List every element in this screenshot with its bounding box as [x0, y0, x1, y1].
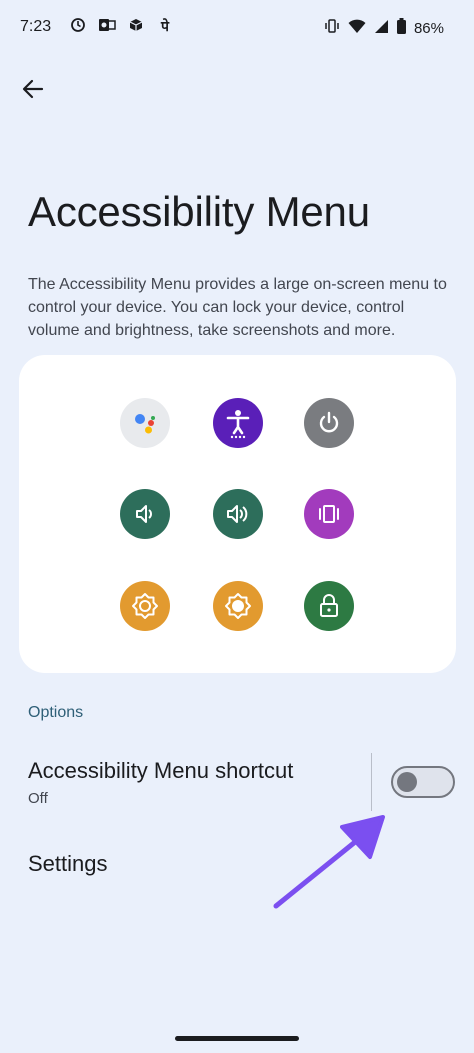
pe-icon: पे	[161, 18, 169, 34]
signal-icon	[374, 19, 389, 38]
wifi-icon	[348, 19, 366, 38]
arrow-left-icon	[22, 79, 44, 99]
status-bar: 7:23 पे 86%	[0, 0, 474, 58]
accessibility-settings-icon	[213, 398, 263, 448]
power-icon	[304, 398, 354, 448]
menu-preview-card	[19, 355, 456, 673]
notification-icons: पे	[68, 17, 175, 37]
page-title: Accessibility Menu	[28, 188, 370, 235]
outlook-icon	[97, 17, 117, 37]
lock-screen-icon	[304, 581, 354, 631]
page-description: The Accessibility Menu provides a large …	[28, 276, 447, 339]
sync-icon	[68, 17, 88, 37]
options-section-label: Options	[28, 704, 84, 721]
preference-divider	[371, 753, 372, 811]
brightness-down-icon	[120, 581, 170, 631]
volume-up-icon	[213, 489, 263, 539]
back-button[interactable]	[18, 74, 48, 104]
vibrate-icon	[324, 18, 340, 38]
volume-down-icon	[120, 489, 170, 539]
status-time: 7:23	[20, 18, 52, 35]
shortcut-summary: Off	[28, 790, 48, 807]
system-status: 86%	[324, 18, 444, 38]
recent-apps-icon	[304, 489, 354, 539]
toggle-knob	[397, 772, 417, 792]
shortcut-toggle[interactable]	[391, 766, 455, 798]
settings-item[interactable]: Settings	[28, 851, 108, 877]
brightness-up-icon	[213, 581, 263, 631]
box-icon	[126, 17, 146, 37]
assistant-icon	[120, 398, 170, 448]
shortcut-title: Accessibility Menu shortcut	[28, 758, 294, 783]
battery-percent: 86%	[413, 19, 444, 37]
battery-icon	[396, 18, 406, 38]
home-indicator[interactable]	[175, 1036, 299, 1041]
